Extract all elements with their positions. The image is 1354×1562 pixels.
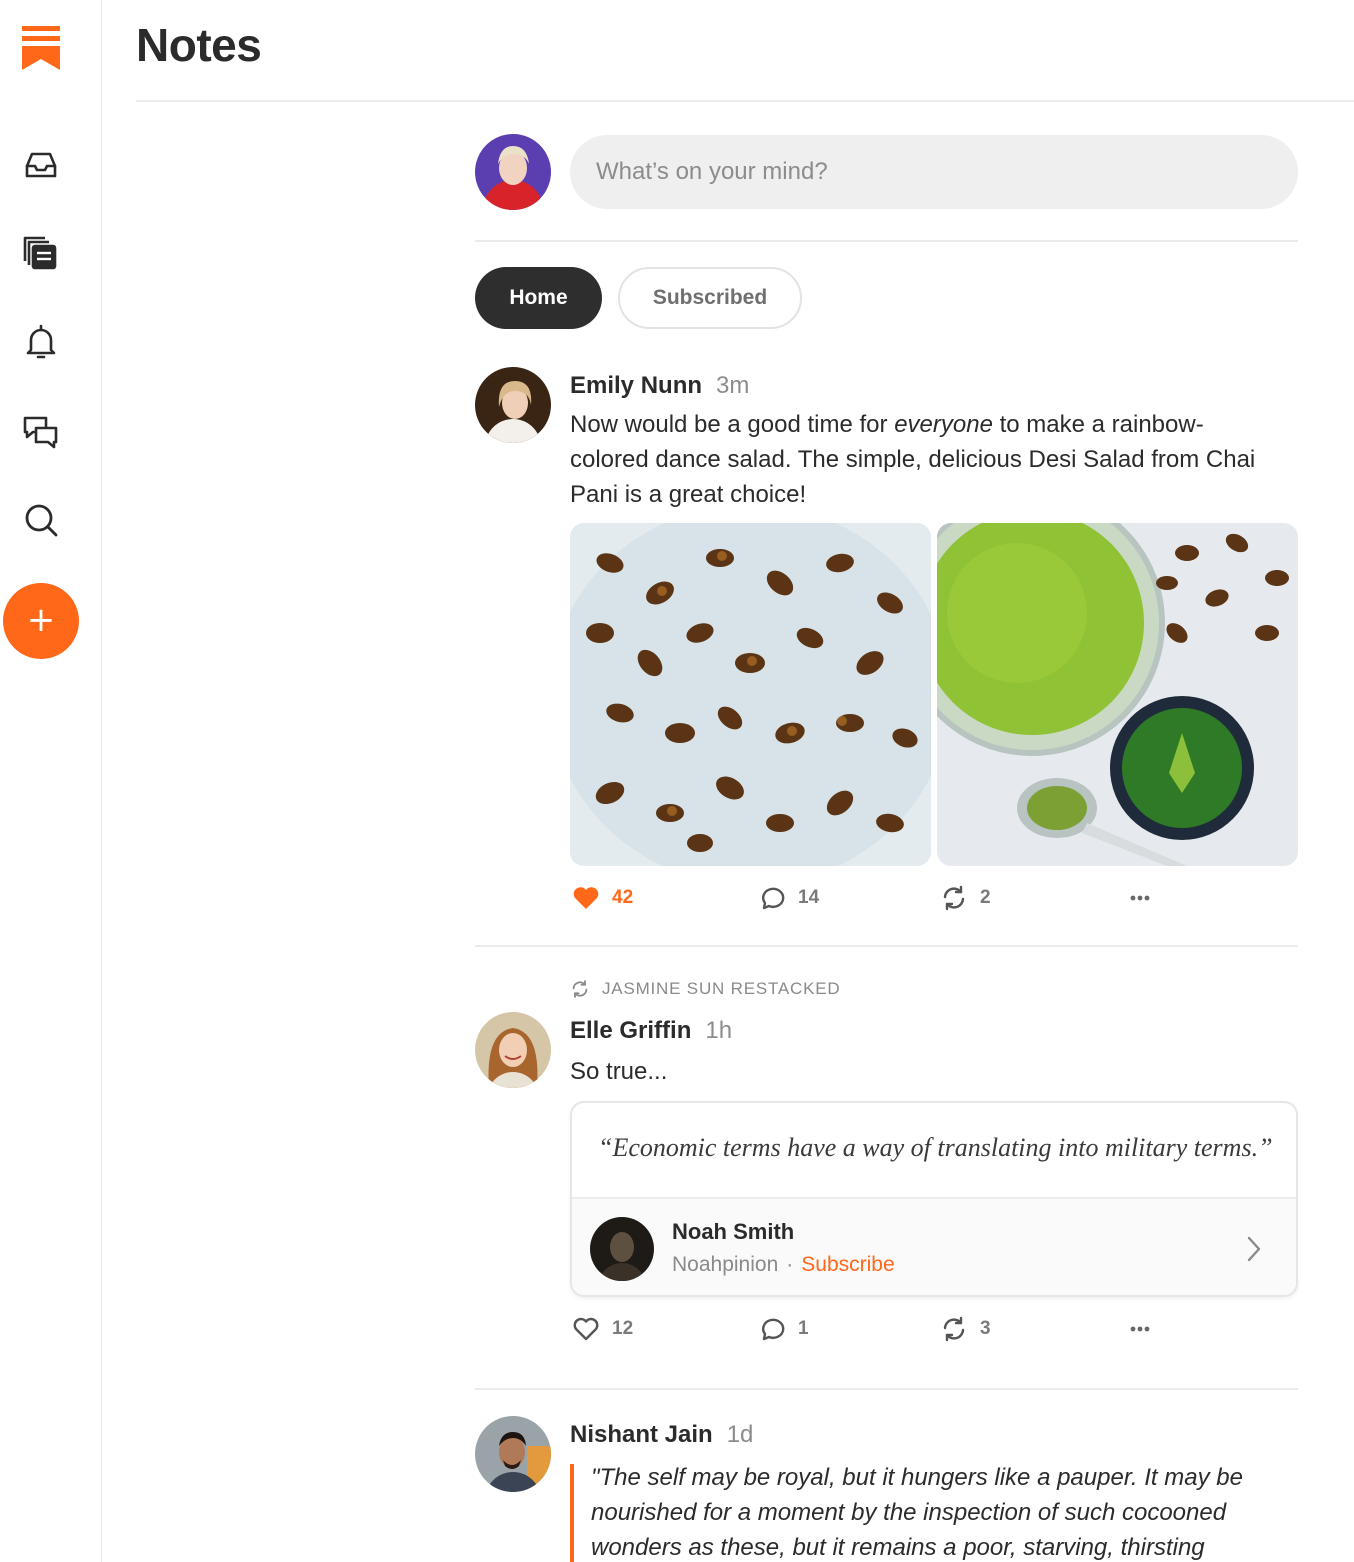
restack-icon [943, 885, 965, 911]
post-header: Emily Nunn 3m [570, 372, 749, 400]
post-time: 1d [726, 1421, 754, 1448]
sidebar-item-search[interactable] [18, 497, 64, 543]
post-time: 1h [705, 1017, 733, 1044]
post-body: Now would be a good time for everyone to… [570, 407, 1270, 512]
plus-icon: + [26, 599, 56, 640]
more-options-button[interactable] [1126, 883, 1154, 913]
separator-dot: · [786, 1253, 794, 1276]
post-text-part: Now would be a good time for [570, 411, 895, 438]
page-title: Notes [136, 19, 262, 71]
quoted-note-card[interactable]: “Economic terms have a way of translatin… [570, 1101, 1298, 1297]
publication-name: Noahpinion [672, 1253, 779, 1276]
ellipsis-icon [1130, 895, 1150, 901]
post-text-emphasis: everyone [894, 411, 993, 438]
bell-icon [26, 324, 56, 359]
quote-author-name: Noah Smith [672, 1219, 795, 1244]
like-button[interactable]: 42 [572, 883, 633, 913]
substack-logo-icon[interactable] [22, 26, 60, 70]
sidebar-item-reader[interactable] [18, 231, 64, 277]
post-blockquote: "The self may be royal, but it hungers l… [591, 1464, 1243, 1561]
chat-bubbles-icon [23, 416, 58, 449]
comment-icon [762, 1318, 785, 1341]
restacked-by-label: JASMINE SUN RESTACKED [602, 979, 841, 998]
comment-count: 14 [798, 887, 820, 908]
post-body: So true... [570, 1058, 668, 1085]
restack-icon [572, 980, 588, 998]
header-divider [136, 100, 1354, 102]
avatar [590, 1217, 654, 1281]
restack-icon [943, 1316, 965, 1342]
like-count: 42 [612, 887, 634, 908]
comment-button[interactable]: 14 [758, 883, 819, 913]
like-count: 12 [612, 1318, 634, 1339]
subscribe-link[interactable]: Subscribe [801, 1253, 894, 1277]
chevron-right-icon [1247, 1236, 1261, 1262]
post-image-chutney[interactable] [937, 523, 1298, 866]
post-time: 3m [716, 372, 750, 399]
create-note-button[interactable]: + [3, 583, 79, 659]
tab-subscribed[interactable]: Subscribed [618, 267, 802, 329]
comment-icon [762, 887, 785, 910]
restack-count: 2 [980, 887, 991, 908]
author-name[interactable]: Elle Griffin [570, 1017, 691, 1045]
post-image-cashews[interactable] [570, 523, 931, 866]
quote-publication-row: Noahpinion · Subscribe [672, 1253, 895, 1277]
inbox-icon [25, 152, 57, 178]
heart-icon [573, 887, 599, 909]
more-options-button[interactable] [1126, 1314, 1154, 1344]
post-actions: 12 1 3 [570, 1314, 1170, 1344]
search-icon [25, 504, 58, 537]
sidebar-item-chat[interactable] [18, 408, 64, 454]
blockquote-bar [570, 1464, 574, 1562]
post-divider [475, 1388, 1298, 1390]
comment-count: 1 [798, 1318, 809, 1339]
post-header: Nishant Jain 1d [570, 1421, 753, 1449]
quote-text: “Economic terms have a way of translatin… [598, 1133, 1273, 1162]
comment-button[interactable]: 1 [758, 1314, 809, 1344]
sidebar-item-notifications[interactable] [18, 319, 64, 365]
sidebar: + [0, 0, 102, 1562]
restack-attribution: JASMINE SUN RESTACKED [570, 979, 840, 999]
post-header: Elle Griffin 1h [570, 1017, 732, 1045]
avatar[interactable] [475, 1012, 551, 1088]
heart-outline-icon [573, 1317, 599, 1341]
ellipsis-icon [1130, 1326, 1150, 1332]
composer-input[interactable] [570, 135, 1298, 209]
current-user-avatar[interactable] [475, 134, 551, 210]
post-divider [475, 945, 1298, 947]
avatar[interactable] [475, 1416, 551, 1492]
restack-button[interactable]: 2 [940, 883, 991, 913]
author-name[interactable]: Nishant Jain [570, 1421, 713, 1449]
stack-icon [23, 236, 57, 270]
composer-divider [475, 240, 1298, 242]
avatar[interactable] [475, 367, 551, 443]
sidebar-item-inbox[interactable] [18, 142, 64, 188]
post-actions: 42 14 2 [570, 883, 1170, 913]
restack-button[interactable]: 3 [940, 1314, 991, 1344]
quote-author-row[interactable]: Noah Smith Noahpinion · Subscribe [572, 1197, 1296, 1295]
restack-count: 3 [980, 1318, 991, 1339]
author-name[interactable]: Emily Nunn [570, 372, 702, 400]
like-button[interactable]: 12 [572, 1314, 633, 1344]
tab-home[interactable]: Home [475, 267, 602, 329]
